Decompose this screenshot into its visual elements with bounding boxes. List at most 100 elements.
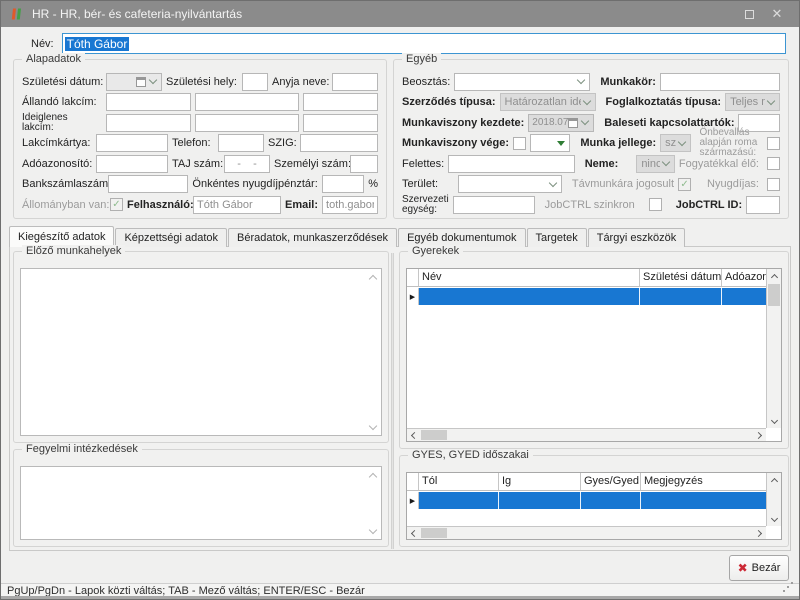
job-role-input[interactable] <box>660 73 780 91</box>
alapadatok-groupbox: Alapadatok Születési dátum: Születési he… <box>13 59 387 219</box>
vertical-scrollbar[interactable] <box>766 269 781 428</box>
taj-number-input[interactable]: - - <box>224 155 270 173</box>
scroll-right-icon[interactable] <box>753 429 766 441</box>
scroll-down-icon[interactable] <box>368 527 378 535</box>
children-grid-header: Név Születési dátum Adóazonos <box>407 269 766 287</box>
address-card-label: Lakcímkártya: <box>22 137 92 149</box>
personal-number-input[interactable] <box>350 155 378 173</box>
birth-date-input[interactable] <box>106 73 162 91</box>
phone-input[interactable] <box>218 134 264 152</box>
scroll-right-icon[interactable] <box>753 527 766 539</box>
chevron-down-icon <box>676 142 688 145</box>
gyes-grid: Tól Ig Gyes/Gyed Megjegyzés ▶ <box>406 472 782 540</box>
jobctrl-sync-checkbox[interactable] <box>649 198 662 211</box>
children-selected-row[interactable]: ▶ <box>407 288 766 305</box>
bank-account-label: Bankszámlaszám: <box>22 178 104 190</box>
employment-end-checkbox[interactable] <box>513 137 526 150</box>
taj-number-label: TAJ szám: <box>172 158 220 170</box>
scrollbar-thumb[interactable] <box>768 284 780 306</box>
chevron-down-icon <box>547 183 559 186</box>
vertical-scrollbar[interactable] <box>766 473 781 526</box>
personal-number-label: Személyi szám: <box>274 158 346 170</box>
position-combo[interactable] <box>454 73 590 91</box>
column-header-szuletesi-datum[interactable]: Születési dátum <box>640 269 722 286</box>
scroll-down-icon[interactable] <box>368 423 378 431</box>
address-card-input[interactable] <box>96 134 168 152</box>
temporary-address-input-2[interactable] <box>195 114 299 132</box>
column-header-gyes-gyed[interactable]: Gyes/Gyed <box>581 473 641 490</box>
scroll-left-icon[interactable] <box>407 429 420 441</box>
scroll-up-icon[interactable] <box>368 471 378 479</box>
scroll-up-icon[interactable] <box>767 269 781 283</box>
column-header-ig[interactable]: Ig <box>499 473 581 490</box>
mother-name-input[interactable] <box>332 73 378 91</box>
resize-grip[interactable] <box>783 581 795 593</box>
position-label: Beosztás: <box>402 76 450 88</box>
scroll-up-icon[interactable] <box>767 473 781 487</box>
email-input[interactable]: toth.gabor@pctrade.h <box>322 196 378 214</box>
scrollbar-thumb[interactable] <box>421 430 447 440</box>
name-selected-text: Tóth Gábor <box>65 37 130 51</box>
scrollbar-thumb[interactable] <box>421 528 447 538</box>
scroll-down-icon[interactable] <box>767 414 781 428</box>
check-icon: ✓ <box>112 199 120 210</box>
horizontal-scrollbar[interactable] <box>407 428 766 441</box>
form-row: Állományban van: ✓ Felhasználó: Tóth Gáb… <box>22 195 378 214</box>
pension-fund-input[interactable] <box>322 175 364 193</box>
supervisor-input[interactable] <box>448 155 575 173</box>
jobctrl-id-label: JobCTRL ID: <box>676 199 742 211</box>
window-title: HR - HR, bér- és cafeteria-nyilvántartás <box>32 7 735 21</box>
scroll-down-icon[interactable] <box>767 512 781 526</box>
tab-kepzettsegi-adatok[interactable]: Képzettségi adatok <box>115 228 227 247</box>
permanent-address-input-3[interactable] <box>303 93 378 111</box>
column-header-tol[interactable]: Tól <box>419 473 499 490</box>
temporary-address-input-1[interactable] <box>106 114 191 132</box>
tab-targetek[interactable]: Targetek <box>527 228 587 247</box>
disciplinary-actions-textarea[interactable] <box>20 466 382 540</box>
close-form-button[interactable]: ✖ Bezár <box>729 555 789 581</box>
temporary-address-input-3[interactable] <box>303 114 378 132</box>
maximize-button[interactable] <box>735 3 763 25</box>
permanent-address-input-1[interactable] <box>106 93 191 111</box>
close-x-icon: ✖ <box>738 562 748 574</box>
tax-id-input[interactable] <box>96 155 168 173</box>
area-label: Terület: <box>402 178 438 190</box>
birth-place-input[interactable] <box>242 73 268 91</box>
column-header-megjegyzes[interactable]: Megjegyzés <box>641 473 766 490</box>
tab-targyi-eszkozok[interactable]: Tárgyi eszközök <box>588 228 685 247</box>
employment-end-combo[interactable] <box>530 134 570 152</box>
username-input[interactable]: Tóth Gábor <box>193 196 281 214</box>
column-header-adoazonosito[interactable]: Adóazonos <box>722 269 766 286</box>
column-header-nev[interactable]: Név <box>419 269 640 286</box>
calendar-icon <box>136 77 146 87</box>
row-indicator-header <box>407 473 419 490</box>
id-card-input[interactable] <box>300 134 378 152</box>
retired-checkbox[interactable] <box>767 178 780 191</box>
title-bar[interactable]: HR - HR, bér- és cafeteria-nyilvántartás… <box>1 1 799 27</box>
horizontal-scrollbar[interactable] <box>407 526 766 539</box>
name-input[interactable]: Tóth Gábor <box>62 33 786 54</box>
mother-name-label: Anyja neve: <box>272 76 328 88</box>
in-staff-label: Állományban van: <box>22 199 106 211</box>
disciplinary-actions-title: Fegyelmi intézkedések <box>22 443 142 455</box>
gyes-title: GYES, GYED időszakai <box>408 449 533 461</box>
disciplinary-actions-groupbox: Fegyelmi intézkedések <box>13 449 389 547</box>
chevron-down-icon <box>765 101 777 104</box>
jobctrl-id-input[interactable] <box>746 196 780 214</box>
tab-kiegeszito-adatok[interactable]: Kiegészítő adatok <box>9 226 114 247</box>
close-button[interactable]: ✕ <box>763 3 791 25</box>
gyes-selected-row[interactable]: ▶ <box>407 492 766 509</box>
scroll-up-icon[interactable] <box>368 273 378 281</box>
tab-beradatok[interactable]: Béradatok, munkaszerződések <box>228 228 397 247</box>
roma-checkbox[interactable] <box>767 137 780 150</box>
form-row: Lakcímkártya: Telefon: SZIG: <box>22 134 378 153</box>
scroll-left-icon[interactable] <box>407 527 420 539</box>
permanent-address-input-2[interactable] <box>195 93 299 111</box>
area-combo[interactable] <box>458 175 562 193</box>
previous-workplaces-textarea[interactable] <box>20 268 382 436</box>
panel-splitter[interactable] <box>391 253 394 549</box>
bank-account-input[interactable] <box>108 175 188 193</box>
disability-checkbox[interactable] <box>767 157 780 170</box>
contract-type-combo: Határozatlan idejű <box>500 93 596 111</box>
org-unit-input[interactable] <box>453 196 535 214</box>
